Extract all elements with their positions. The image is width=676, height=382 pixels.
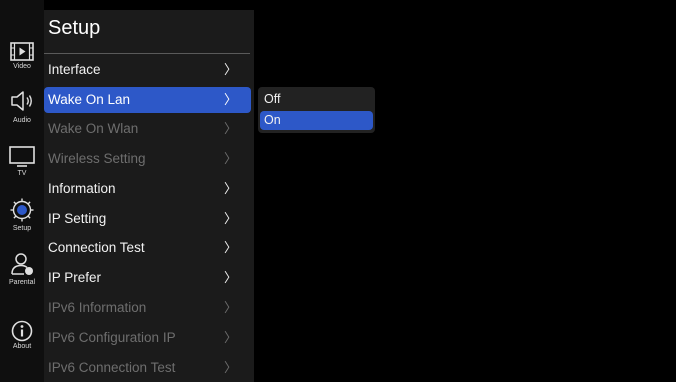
- option-label: Off: [264, 92, 281, 106]
- gear-icon: [8, 196, 36, 224]
- tv-settings-screen: Video Audio TV Setup Parental About Setu…: [0, 0, 676, 382]
- chevron-right-icon: 〉: [223, 360, 237, 375]
- setup-menu-panel: Setup Interface 〉 Wake On Lan 〉 Wake On …: [44, 10, 254, 382]
- parental-lock-icon: [8, 250, 36, 278]
- chevron-right-icon: 〉: [223, 300, 237, 315]
- tv-icon: [8, 143, 36, 171]
- chevron-right-icon: 〉: [223, 211, 237, 226]
- menu-item-ipv6-information: IPv6 Information 〉: [44, 295, 251, 321]
- menu-item-ipv6-connection-test: IPv6 Connection Test 〉: [44, 355, 251, 381]
- info-icon: [8, 318, 36, 346]
- chevron-right-icon: 〉: [223, 330, 237, 345]
- rail-item-label: Video: [13, 63, 31, 70]
- title-divider: [44, 53, 250, 54]
- menu-item-label: IPv6 Configuration IP: [48, 330, 176, 345]
- menu-item-label: Wake On Lan: [48, 92, 131, 107]
- menu-item-label: Wake On Wlan: [48, 121, 139, 136]
- menu-item-label: Interface: [48, 62, 101, 77]
- category-rail: Video Audio TV Setup Parental About: [0, 0, 44, 382]
- menu-item-ip-setting[interactable]: IP Setting 〉: [44, 206, 251, 232]
- menu-item-connection-test[interactable]: Connection Test 〉: [44, 235, 251, 261]
- menu-item-wake-on-wlan: Wake On Wlan 〉: [44, 116, 251, 142]
- menu-item-label: IP Setting: [48, 211, 107, 226]
- chevron-right-icon: 〉: [223, 151, 237, 166]
- rail-item-label: About: [12, 343, 32, 350]
- menu-item-ip-prefer[interactable]: IP Prefer 〉: [44, 265, 251, 291]
- option-on[interactable]: On: [260, 111, 373, 130]
- menu-item-label: IPv6 Information: [48, 300, 147, 315]
- menu-item-information[interactable]: Information 〉: [44, 176, 251, 202]
- video-icon: [8, 38, 36, 66]
- rail-item-label: TV: [17, 170, 27, 177]
- rail-item-label: Setup: [12, 225, 32, 232]
- rail-item-label: Parental: [8, 279, 36, 286]
- menu-item-wireless-setting: Wireless Setting 〉: [44, 146, 251, 172]
- menu-item-wake-on-lan[interactable]: Wake On Lan 〉: [44, 87, 251, 113]
- menu-item-label: IPv6 Connection Test: [48, 360, 176, 375]
- menu-item-label: Connection Test: [48, 240, 145, 255]
- rail-item-label: Audio: [13, 117, 31, 124]
- option-label: On: [264, 113, 281, 127]
- wake-on-lan-submenu: Off On: [258, 87, 375, 133]
- chevron-right-icon: 〉: [223, 92, 237, 107]
- chevron-right-icon: 〉: [223, 270, 237, 285]
- menu-item-ipv6-configuration-ip: IPv6 Configuration IP 〉: [44, 325, 251, 351]
- speaker-icon: [8, 87, 36, 115]
- page-title: Setup: [48, 17, 101, 39]
- chevron-right-icon: 〉: [223, 240, 237, 255]
- menu-item-label: Wireless Setting: [48, 151, 146, 166]
- menu-item-label: IP Prefer: [48, 270, 102, 285]
- chevron-right-icon: 〉: [223, 62, 237, 77]
- chevron-right-icon: 〉: [223, 181, 237, 196]
- menu-item-interface[interactable]: Interface 〉: [44, 57, 251, 83]
- option-off[interactable]: Off: [260, 90, 373, 109]
- menu-item-label: Information: [48, 181, 116, 196]
- chevron-right-icon: 〉: [223, 121, 237, 136]
